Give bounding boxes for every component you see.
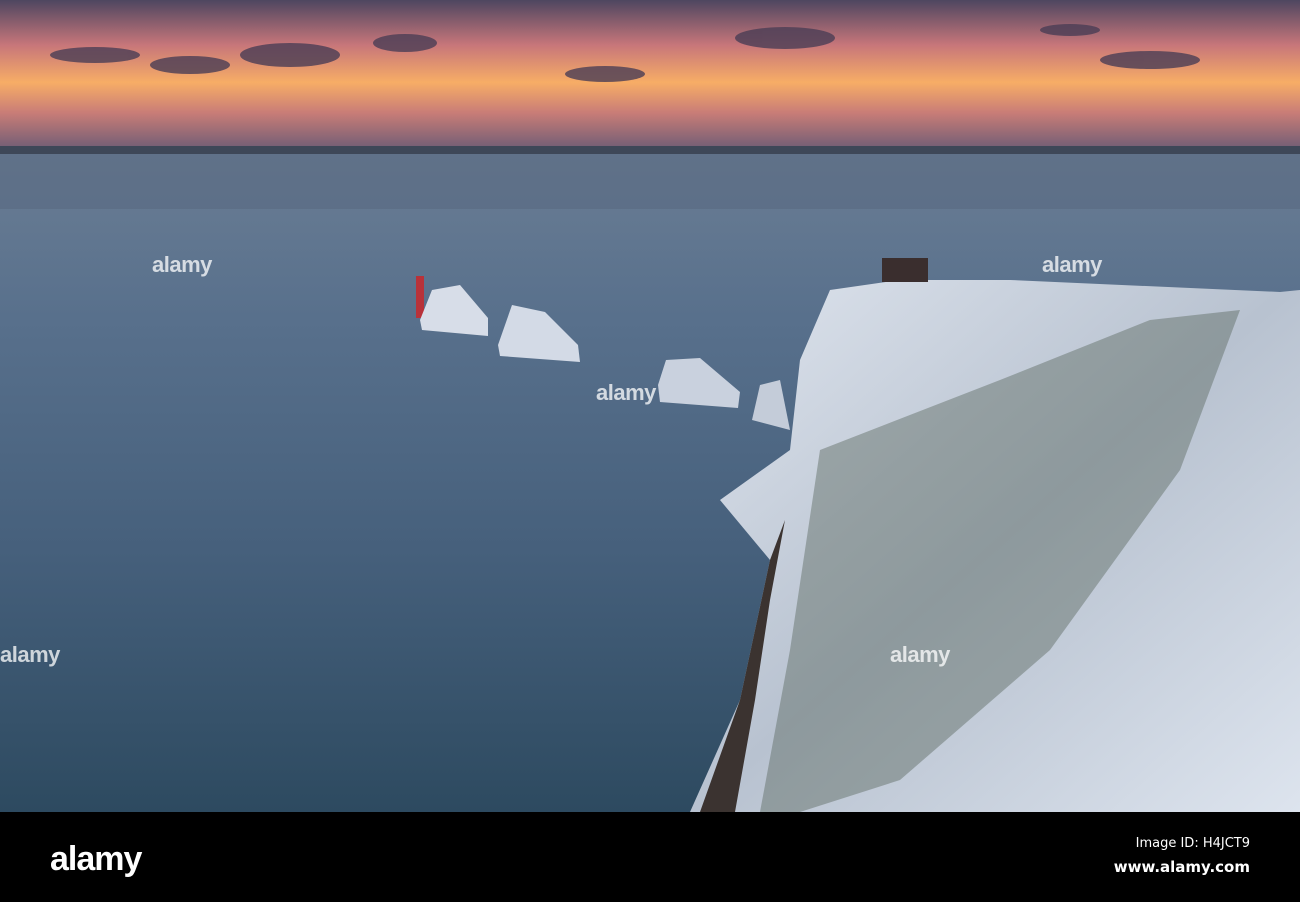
horizon-land [0,146,1300,154]
coastguard-station [882,258,928,282]
image-id: Image ID: H4JCT9 [1135,836,1250,851]
landscape-photo [0,0,1300,812]
watermark: alamy [596,380,656,405]
footer-bar: alamy Image ID: H4JCT9 www.alamy.com [0,812,1300,902]
watermark: alamy [890,642,950,667]
watermark: alamy [1042,252,1102,277]
watermark: alamy [152,252,212,277]
sky [0,0,1300,150]
sea-haze [0,154,1300,209]
watermark: alamy [0,642,60,667]
alamy-logo: alamy [50,840,142,878]
website-link: www.alamy.com [1113,858,1250,876]
lighthouse [416,276,424,318]
